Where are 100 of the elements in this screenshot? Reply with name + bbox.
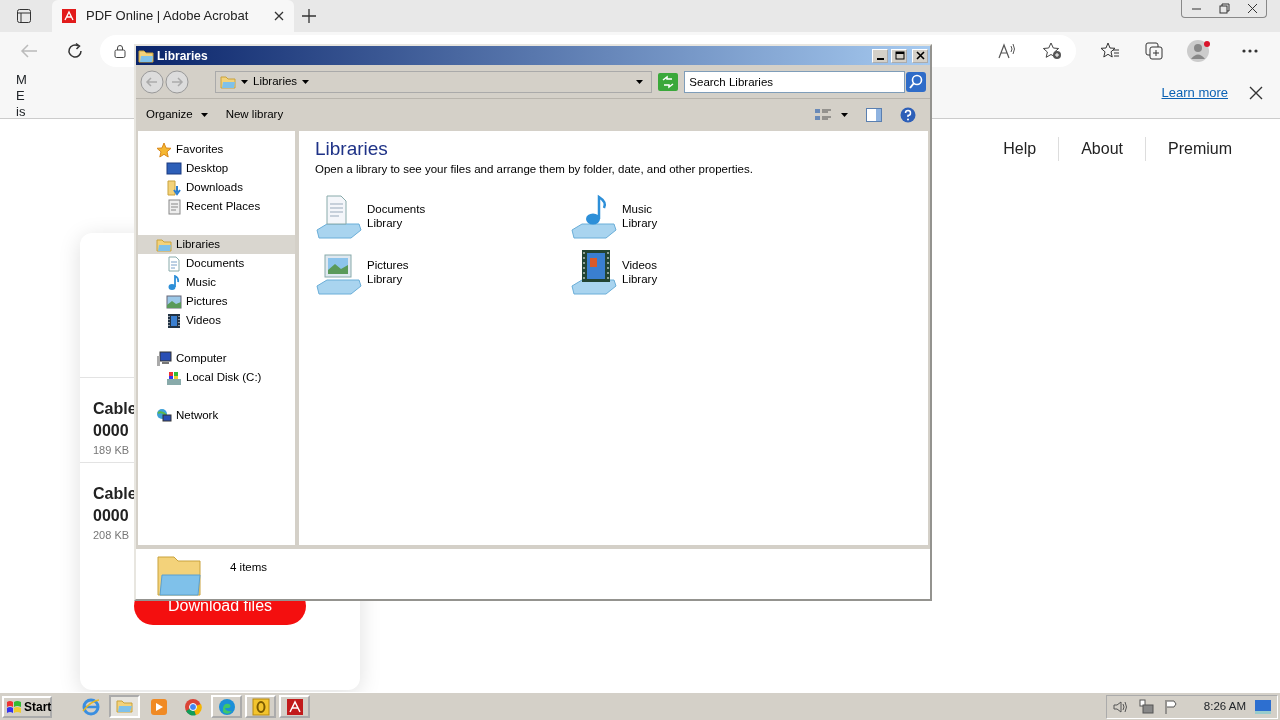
restore-icon[interactable] [1217, 2, 1231, 15]
taskbar-app-button[interactable] [245, 695, 276, 718]
nav-item[interactable]: Downloads [138, 178, 295, 197]
nav-item[interactable]: Network [138, 406, 295, 425]
more-icon[interactable] [1242, 49, 1258, 53]
browser-e-icon [81, 697, 100, 716]
library-type: Library [622, 272, 658, 287]
profile-avatar-icon[interactable] [1186, 38, 1212, 64]
favorites-icon[interactable] [1100, 42, 1120, 60]
toolbar-button[interactable]: New library [225, 106, 284, 124]
file-name: Cable [93, 399, 137, 419]
close-button[interactable] [912, 48, 928, 63]
close-icon[interactable] [1245, 2, 1259, 15]
downloads-folder-icon [166, 179, 182, 196]
library-name: Videos [622, 258, 658, 273]
caret-icon[interactable] [241, 79, 248, 84]
refresh-icon[interactable] [66, 42, 84, 60]
film-icon [166, 312, 182, 329]
maximize-button[interactable] [891, 48, 907, 63]
taskbar-app-button[interactable] [279, 695, 310, 718]
nav-item[interactable]: Desktop [138, 159, 295, 178]
library-item[interactable]: Pictures Library [315, 248, 570, 297]
document-library-icon [315, 192, 363, 241]
edge-icon [217, 697, 236, 716]
music-note-icon [166, 274, 182, 291]
content-heading: Libraries [315, 137, 389, 161]
preview-pane-icon[interactable] [866, 108, 882, 122]
network-icon[interactable] [1137, 698, 1154, 715]
desktop-icon [166, 160, 182, 177]
library-name: Pictures [367, 258, 409, 273]
speaker-icon[interactable] [1112, 699, 1129, 714]
image-icon [166, 293, 182, 310]
nav-item[interactable]: Music [138, 273, 295, 292]
caret-icon[interactable] [636, 79, 644, 84]
browser-tab[interactable]: PDF Online | Adobe Acrobat [52, 0, 294, 32]
library-type: Library [622, 216, 658, 231]
nav-item[interactable]: Local Disk (C:) [138, 368, 295, 387]
info-text: M [16, 72, 28, 88]
taskbar-app-button[interactable] [211, 695, 242, 718]
window-title: Libraries [157, 47, 209, 65]
search-field[interactable]: Search Libraries [684, 70, 905, 93]
star-icon [156, 141, 172, 158]
nav-item[interactable]: Computer [138, 349, 295, 368]
description-text: Open a library to see your files and arrange them by folder, date, and other properties. [315, 162, 754, 177]
breadcrumb-item[interactable]: Libraries [253, 72, 298, 91]
caret-icon[interactable] [302, 79, 310, 84]
start-button[interactable]: Start [2, 695, 52, 718]
minimize-button[interactable] [872, 48, 888, 63]
pdf-icon [62, 9, 76, 23]
nav-link[interactable]: Help [981, 137, 1059, 161]
network-icon [156, 407, 172, 424]
read-aloud-icon[interactable] [998, 43, 1016, 59]
library-folder-icon [220, 73, 236, 90]
maximize-icon [893, 50, 905, 61]
file-size: 189 KB [93, 443, 131, 458]
info-text: is [16, 104, 27, 120]
caret-icon [200, 113, 208, 117]
help-icon[interactable] [900, 107, 916, 123]
close-icon[interactable] [1249, 86, 1263, 100]
music-library-icon [570, 192, 618, 241]
show-desktop-icon[interactable] [1255, 699, 1271, 714]
nav-item[interactable]: Pictures [138, 292, 295, 311]
library-item[interactable]: Music Library [570, 192, 825, 241]
flag-icon[interactable] [1162, 698, 1179, 715]
collections-icon[interactable] [1144, 41, 1164, 61]
nav-link[interactable]: Premium [1145, 137, 1254, 161]
nav-item[interactable]: Documents [138, 254, 295, 273]
add-favorite-icon[interactable] [1042, 42, 1062, 60]
library-name: Music [622, 202, 654, 217]
library-item[interactable]: Videos Library [570, 248, 825, 297]
nav-link[interactable]: About [1058, 137, 1145, 161]
new-tab-icon[interactable] [302, 9, 316, 23]
windows-logo-icon [6, 699, 22, 714]
file-name: 0000 [93, 421, 129, 441]
status-text: 4 items [230, 560, 268, 575]
search-icon[interactable] [906, 71, 926, 92]
nav-item[interactable]: Libraries [138, 235, 295, 254]
file-size: 208 KB [93, 528, 131, 543]
videos-library-icon [570, 248, 618, 297]
learn-more-link[interactable]: Learn more [1161, 83, 1228, 103]
library-folder-icon [156, 236, 172, 253]
document-icon [166, 255, 182, 272]
chrome-icon [183, 697, 202, 716]
caret-icon[interactable] [841, 113, 848, 117]
close-icon[interactable] [274, 11, 284, 21]
lock-icon [114, 44, 126, 58]
nav-item[interactable]: Recent Places [138, 197, 295, 216]
nav-item[interactable]: Videos [138, 311, 295, 330]
tab-actions-icon[interactable] [16, 8, 32, 24]
toolbar-button[interactable]: Organize [146, 106, 208, 124]
nav-item[interactable]: Favorites [138, 140, 295, 159]
minimize-icon [876, 57, 884, 60]
folder-icon [138, 47, 154, 64]
address-field[interactable]: Libraries [215, 70, 653, 93]
folder-icon [115, 697, 134, 716]
file-name: 0000 [93, 506, 129, 526]
library-item[interactable]: Documents Library [315, 192, 570, 241]
recent-places-icon [166, 198, 182, 215]
library-name: Documents [367, 202, 426, 217]
pdf-icon [285, 697, 304, 716]
